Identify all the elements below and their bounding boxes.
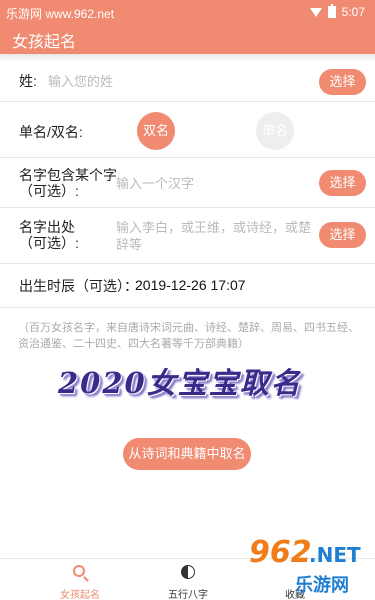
nav-item-wuxing[interactable]: 五行八字 bbox=[138, 559, 238, 600]
source-label-1: 名字出处 bbox=[19, 219, 75, 235]
status-watermark-text: 乐游网 www.962.net bbox=[6, 7, 115, 21]
app-bar: 女孩起名 bbox=[0, 24, 375, 54]
surname-label: 姓: bbox=[19, 73, 37, 89]
search-icon bbox=[73, 565, 85, 577]
status-right: 5:07 bbox=[309, 4, 365, 19]
contains-char-select-button[interactable]: 选择 bbox=[319, 170, 366, 196]
surname-select-button[interactable]: 选择 bbox=[319, 69, 366, 95]
page-title: 女孩起名 bbox=[12, 34, 77, 51]
single-name-option[interactable]: 单名 bbox=[256, 112, 294, 150]
source-row: 名字出处 （可选）: 输入李白，或王维，或诗经，或楚辞等 选择 bbox=[0, 208, 375, 264]
contains-char-label-1: 名字包含某个字 bbox=[19, 167, 117, 183]
double-name-option[interactable]: 双名 bbox=[137, 112, 175, 150]
source-note: （百万女孩名字，来自唐诗宋词元曲、诗经、楚辞、周易、四书五经、资治通鉴、二十四史… bbox=[18, 322, 359, 350]
nav-item-girl-naming[interactable]: 女孩起名 bbox=[30, 559, 130, 600]
app-bar-shadow bbox=[0, 54, 375, 62]
status-time: 5:07 bbox=[341, 5, 365, 19]
birth-time-row[interactable]: 出生时辰（可选）： 2019-12-26 17:07 bbox=[0, 264, 375, 308]
banner-title: 2020女宝宝取名 bbox=[58, 366, 302, 400]
source-input[interactable]: 输入李白，或王维，或诗经，或楚辞等 bbox=[116, 219, 321, 253]
status-bar: 乐游网 www.962.net 5:07 bbox=[0, 0, 375, 24]
birth-time-value[interactable]: 2019-12-26 17:07 bbox=[135, 277, 246, 294]
birth-time-label: 出生时辰（可选）： bbox=[19, 278, 138, 294]
watermark-suffix: .NET bbox=[309, 543, 361, 567]
battery-icon bbox=[327, 4, 336, 18]
name-type-label: 单名/双名: bbox=[19, 124, 83, 140]
surname-input[interactable]: 输入您的姓 bbox=[48, 73, 113, 90]
site-watermark-logo: 962 .NET 乐游网 bbox=[245, 535, 373, 597]
generate-names-button[interactable]: 从诗词和典籍中取名 bbox=[123, 438, 251, 470]
nav-label-girl-naming: 女孩起名 bbox=[60, 590, 100, 600]
contains-char-input[interactable]: 输入一个汉字 bbox=[116, 175, 194, 192]
wifi-icon bbox=[309, 7, 322, 17]
name-type-row: 单名/双名: 双名 单名 bbox=[0, 102, 375, 158]
contains-char-label-2: （可选）: bbox=[19, 183, 79, 199]
source-select-button[interactable]: 选择 bbox=[319, 222, 366, 248]
contains-char-row: 名字包含某个字 （可选）: 输入一个汉字 选择 bbox=[0, 158, 375, 208]
surname-row: 姓: 输入您的姓 选择 bbox=[0, 62, 375, 102]
nav-label-wuxing: 五行八字 bbox=[168, 590, 208, 600]
source-label-2: （可选）: bbox=[19, 235, 79, 251]
watermark-chinese: 乐游网 bbox=[295, 575, 349, 595]
yinyang-icon bbox=[181, 565, 195, 579]
watermark-number: 962 bbox=[249, 535, 312, 570]
